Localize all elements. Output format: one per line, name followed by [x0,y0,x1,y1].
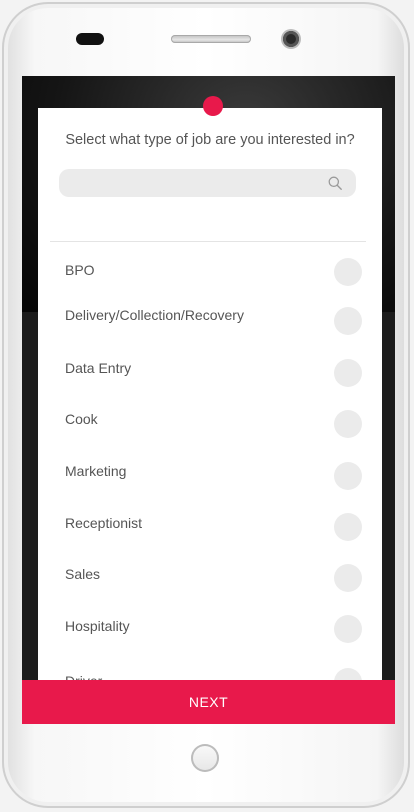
job-type-label: Sales [65,566,101,582]
radio-button[interactable] [334,615,362,643]
radio-button[interactable] [334,359,362,387]
step-indicator-dot [203,96,223,116]
front-camera [283,31,299,47]
list-item[interactable]: Sales [38,549,382,593]
list-item[interactable]: Marketing [38,447,382,491]
job-type-label: Marketing [65,463,127,479]
home-button[interactable] [191,744,219,772]
prompt-text: Select what type of job are you interest… [65,132,355,148]
next-button[interactable]: NEXT [22,680,395,724]
radio-button[interactable] [334,307,362,335]
sensor [76,33,104,45]
search-input[interactable] [59,169,356,197]
job-type-label: Receptionist [65,515,143,531]
list-item[interactable]: Delivery/Collection/Recovery [38,294,382,338]
job-type-label: Hospitality [65,618,130,634]
job-type-label: Delivery/Collection/Recovery [65,307,244,323]
divider [50,241,366,242]
search-icon[interactable] [328,176,342,190]
radio-button[interactable] [334,513,362,541]
radio-button[interactable] [334,564,362,592]
radio-button[interactable] [334,462,362,490]
radio-button[interactable] [334,258,362,286]
list-item[interactable]: Cook [38,396,382,440]
list-item[interactable]: Receptionist [38,498,382,542]
list-item[interactable]: BPO [38,243,382,287]
job-type-label: Data Entry [65,360,132,376]
radio-button[interactable] [334,410,362,438]
earpiece-speaker [171,35,251,43]
job-type-label: BPO [65,262,95,278]
list-item[interactable]: Data Entry [38,345,382,389]
phone-frame: Select what type of job are you interest… [2,2,410,808]
job-type-label: Cook [65,411,98,427]
job-type-card: Select what type of job are you interest… [38,108,382,686]
list-item[interactable]: Hospitality [38,600,382,644]
phone-screen: Select what type of job are you interest… [22,76,395,724]
